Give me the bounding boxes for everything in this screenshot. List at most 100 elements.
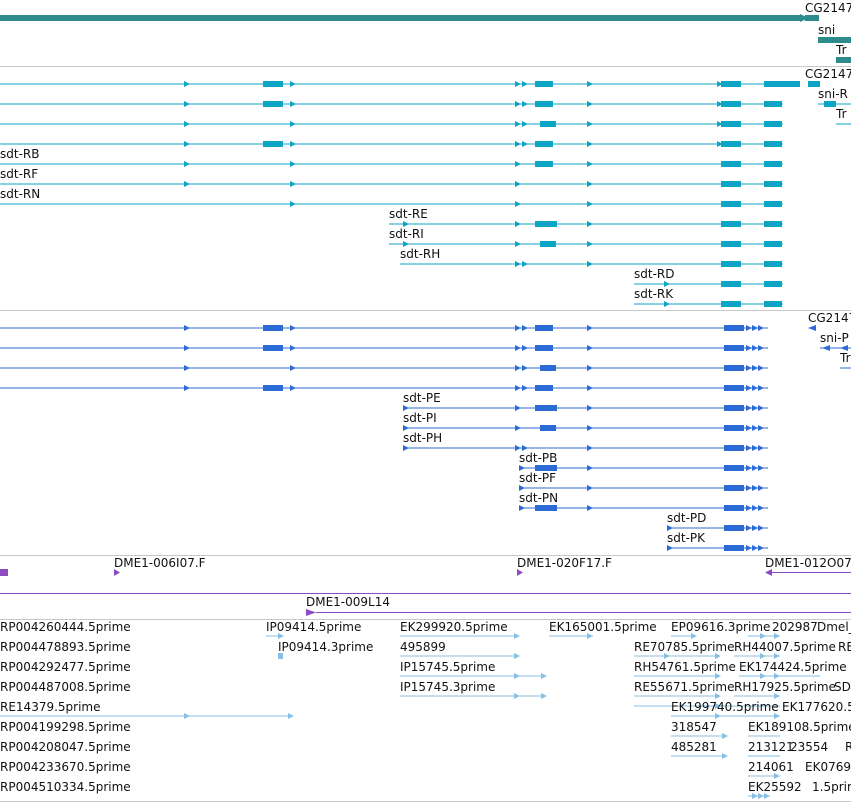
est-label: RP004233670.5prime (0, 760, 131, 774)
mrna-label-sdt-rb: sdt-RB (0, 147, 39, 161)
mrna-label-sni: sni-R (818, 87, 848, 101)
protein-sdt-pe[interactable] (403, 405, 768, 411)
mrna-sni-exon[interactable] (824, 101, 836, 107)
protein-label-sdt-pk: sdt-PK (667, 531, 706, 545)
genome-browser-tracks: CG2147 sni Tr CG2147 sni-R Tr sdt-RB sdt… (0, 1, 851, 802)
protein-label-sdt-ph: sdt-PH (403, 431, 442, 445)
protein-label-sdt-pn: sdt-PN (519, 491, 558, 505)
mrna-sdt-ri[interactable] (389, 241, 783, 247)
est-label: IP15745.3prime (400, 680, 495, 694)
est-label: RP004487008.5prime (0, 680, 131, 694)
est-label: IP15745.5prime (400, 660, 495, 674)
mrna-row[interactable] (0, 141, 783, 147)
mrna-label-sdt-rk: sdt-RK (634, 287, 674, 301)
mrna-label-sdt-rf: sdt-RF (0, 167, 38, 181)
clone-006i07-arrow[interactable] (114, 569, 120, 576)
mrna-label-sdt-rn: sdt-RN (0, 187, 40, 201)
est-label: R (845, 740, 851, 754)
mrna-sdt-re[interactable] (389, 221, 783, 227)
est-label: IP09414.3prime (278, 640, 373, 654)
est-label: 213121 (748, 740, 794, 754)
est-label: RP004478893.5prime (0, 640, 131, 654)
gene-label-sni: sni (818, 23, 835, 37)
est-label: EK177620.5 (782, 700, 851, 714)
est-label: RP004208047.5prime (0, 740, 131, 754)
est-label: EK174424.5prime (739, 660, 847, 674)
est-label: RH44007.5prime (734, 640, 836, 654)
est-label: EK25592 (748, 780, 802, 794)
protein-cg2147-arrow[interactable] (808, 325, 816, 331)
mrna-label-sdt-rd: sdt-RD (634, 267, 674, 281)
protein-sdt-ph[interactable] (403, 445, 768, 451)
est-label: 1.5prime (812, 780, 851, 794)
gene-label-cg2147: CG2147 (805, 1, 851, 15)
mrna-label-tr: Tr (835, 107, 847, 121)
protein-row[interactable] (0, 325, 768, 331)
protein-label-sdt-pb: sdt-PB (519, 451, 557, 465)
protein-label-sdt-pe: sdt-PE (403, 391, 441, 405)
est-label: 202987 (772, 620, 818, 634)
protein-label-sdt-pd: sdt-PD (667, 511, 706, 525)
est-label: RH17925.5prime (734, 680, 836, 694)
protein-label-cg2147: CG2147 (808, 311, 851, 325)
clone-feature[interactable] (0, 569, 8, 576)
mrna-label-sdt-ri: sdt-RI (389, 227, 424, 241)
est-label: EK165001.5prime (549, 620, 657, 634)
est-label: 495899 (400, 640, 446, 654)
est-label: EK189108.5prime (748, 720, 851, 734)
clone-009l14-arrow[interactable] (306, 609, 316, 616)
clone-label-020f17: DME1-020F17.F (517, 556, 612, 570)
protein-sdt-pb[interactable] (519, 465, 768, 471)
protein-track: CG2147 sni-P Tr sdt-PE (0, 311, 851, 551)
est-feature[interactable] (278, 653, 283, 659)
clone-track: DME1-006I07.F DME1-020F17.F DME1-012O07 … (0, 556, 851, 616)
est-label: Dmel_ (817, 620, 851, 634)
clone-label-006i07: DME1-006I07.F (114, 556, 206, 570)
gene-label-tr: Tr (835, 43, 847, 57)
est-label: 318547 (671, 720, 717, 734)
est-label: RE14379.5prime (0, 700, 101, 714)
est-label: RE70785.5prime (634, 640, 735, 654)
est-label: SD (834, 680, 851, 694)
est-label: RP004260444.5prime (0, 620, 131, 634)
protein-sdt-pi[interactable] (403, 425, 768, 431)
est-label: RP004199298.5prime (0, 720, 131, 734)
mrna-sdt-rk[interactable] (634, 301, 783, 307)
est-label: RP004292477.5prime (0, 660, 131, 674)
clone-012o07-arrow[interactable] (765, 569, 772, 576)
protein-label-sdt-pi: sdt-PI (403, 411, 437, 425)
mrna-label-sdt-re: sdt-RE (389, 207, 428, 221)
protein-label-sdt-pf: sdt-PF (519, 471, 556, 485)
est-label: RH54761.5prime (634, 660, 736, 674)
est-label: IP09414.5prime (266, 620, 361, 634)
clone-label-012o07: DME1-012O07 (765, 556, 851, 570)
protein-row[interactable] (0, 365, 768, 371)
mrna-sdt-rb[interactable] (0, 161, 783, 167)
est-track: RP004260444.5prime RP004478893.5prime RP… (0, 620, 851, 799)
clone-label-009l14: DME1-009L14 (306, 595, 390, 609)
mrna-label-cg2147: CG2147 (805, 67, 851, 81)
est-label: EK199740.5prime (671, 700, 779, 714)
est-label: 23554 (790, 740, 828, 754)
protein-label-sni: sni-P (820, 331, 849, 345)
protein-row[interactable] (0, 385, 768, 391)
protein-row[interactable] (0, 345, 768, 351)
est-label: EK299920.5prime (400, 620, 508, 634)
mrna-row[interactable] (0, 81, 800, 87)
est-label: RP004510334.5prime (0, 780, 131, 794)
mrna-row[interactable] (0, 101, 783, 107)
est-label: 485281 (671, 740, 717, 754)
gene-sdt-bar[interactable] (0, 15, 800, 21)
protein-label-tr: Tr (839, 351, 851, 365)
est-label: RE55671.5prime (634, 680, 735, 694)
protein-sdt-pn[interactable] (519, 505, 768, 511)
mrna-track: CG2147 sni-R Tr sdt-RB sdt-RF sdt-RN sdt… (0, 67, 851, 307)
mrna-sdt-rf[interactable] (0, 181, 783, 187)
clone-020f17-arrow[interactable] (517, 569, 523, 576)
mrna-row[interactable] (0, 121, 783, 127)
est-label: EP09616.3prime (671, 620, 770, 634)
est-label: 214061 (748, 760, 794, 774)
gene-cg2147-bar[interactable] (805, 15, 819, 21)
est-label: RE (838, 640, 851, 654)
gene-tr-bar[interactable] (836, 57, 851, 63)
